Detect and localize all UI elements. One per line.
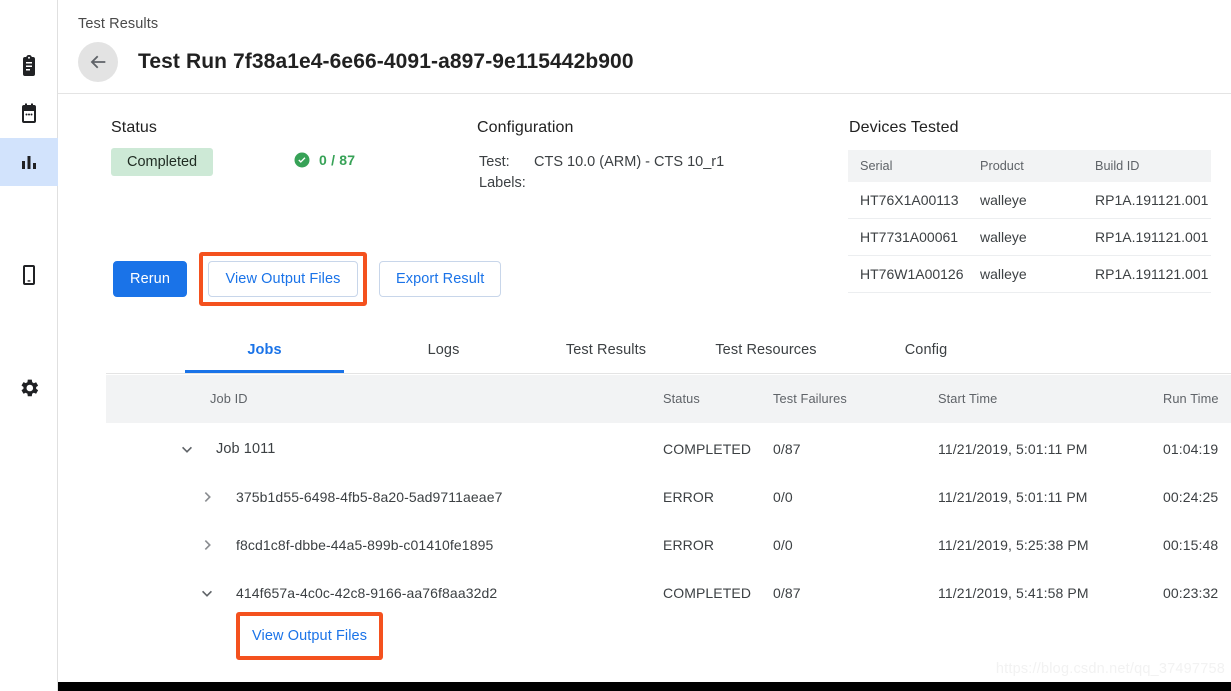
job-id: 414f657a-4c0c-42c8-9166-aa76f8aa32d2 <box>236 569 497 617</box>
device-build-id: RP1A.191121.001 <box>1095 219 1211 256</box>
gear-icon <box>17 376 41 400</box>
device-product: walleye <box>980 182 1095 219</box>
sidebar <box>0 0 58 691</box>
device-build-id: RP1A.191121.001 <box>1095 182 1211 219</box>
job-run-time: 00:24:25 <box>1163 473 1218 521</box>
failure-count-label: 0 / 87 <box>319 152 355 168</box>
content-area: Status Completed 0 / 87 Configuration Te… <box>58 95 1231 691</box>
job-test-failures: 0/0 <box>773 473 793 521</box>
configuration-section-title: Configuration <box>477 119 573 137</box>
jobs-table-header: Job ID Status Test Failures Start Time R… <box>106 375 1231 423</box>
devices-table-header-row: Serial Product Build ID <box>848 150 1211 182</box>
chevron-down-icon[interactable] <box>197 583 217 603</box>
table-row[interactable]: f8cd1c8f-dbbe-44a5-899b-c01410fe1895 ERR… <box>106 521 1231 569</box>
jobs-column-test-failures: Test Failures <box>773 375 847 423</box>
bottom-bar <box>0 682 1231 691</box>
table-row[interactable]: 414f657a-4c0c-42c8-9166-aa76f8aa32d2 COM… <box>106 569 1231 617</box>
job-view-output-files-button[interactable]: View Output Files <box>244 620 375 652</box>
bar-chart-icon <box>17 150 41 174</box>
device-serial: HT76X1A00113 <box>848 182 980 219</box>
back-button[interactable] <box>78 42 118 82</box>
sidebar-item-settings[interactable] <box>0 364 58 412</box>
job-start-time: 11/21/2019, 5:01:11 PM <box>938 425 1088 473</box>
chevron-right-icon[interactable] <box>197 535 217 555</box>
chevron-down-icon[interactable] <box>177 439 197 459</box>
check-circle-icon <box>293 151 311 169</box>
jobs-column-job-id: Job ID <box>210 375 248 423</box>
calendar-icon <box>17 102 41 126</box>
job-start-time: 11/21/2019, 5:41:58 PM <box>938 569 1089 617</box>
devices-section-title: Devices Tested <box>849 119 959 137</box>
config-key-labels: Labels: <box>479 173 534 194</box>
table-row: HT76W1A00126 walleye RP1A.191121.001 <box>848 256 1211 293</box>
sidebar-item-schedule[interactable] <box>0 90 58 138</box>
devices-column-build-id: Build ID <box>1095 150 1211 182</box>
job-status: COMPLETED <box>663 425 751 473</box>
sidebar-item-test-results[interactable] <box>0 138 58 186</box>
job-test-failures: 0/87 <box>773 569 801 617</box>
rerun-button[interactable]: Rerun <box>113 261 187 297</box>
device-product: walleye <box>980 219 1095 256</box>
job-test-failures: 0/0 <box>773 521 793 569</box>
job-run-time: 00:23:32 <box>1163 569 1218 617</box>
arrow-left-icon <box>87 51 109 73</box>
sidebar-item-test-plans[interactable] <box>0 42 58 90</box>
export-result-button[interactable]: Export Result <box>379 261 501 297</box>
device-serial: HT76W1A00126 <box>848 256 980 293</box>
job-run-time: 00:15:48 <box>1163 521 1218 569</box>
job-run-time: 01:04:19 <box>1163 425 1218 473</box>
watermark: https://blog.csdn.net/qq_37497758 <box>996 661 1225 677</box>
tab-jobs[interactable]: Jobs <box>185 327 344 373</box>
view-output-files-button-wrapper: View Output Files <box>208 261 357 297</box>
configuration-list: Test: CTS 10.0 (ARM) - CTS 10_r1 Labels: <box>479 152 724 194</box>
sidebar-item-devices[interactable] <box>0 251 58 299</box>
expanded-job-actions: View Output Files <box>244 620 375 652</box>
devices-table: Serial Product Build ID HT76X1A00113 wal… <box>848 150 1211 293</box>
job-id: f8cd1c8f-dbbe-44a5-899b-c01410fe1895 <box>236 521 493 569</box>
clipboard-icon <box>17 54 41 78</box>
jobs-column-start-time: Start Time <box>938 375 997 423</box>
device-serial: HT7731A00061 <box>848 219 980 256</box>
test-run-details-page: Test Results Test Run 7f38a1e4-6e66-4091… <box>0 0 1231 691</box>
tab-bar: Jobs Logs Test Results Test Resources Co… <box>106 327 1231 374</box>
jobs-column-status: Status <box>663 375 700 423</box>
table-row: HT76X1A00113 walleye RP1A.191121.001 <box>848 182 1211 219</box>
config-row-labels: Labels: <box>479 173 724 194</box>
job-start-time: 11/21/2019, 5:01:11 PM <box>938 473 1088 521</box>
table-row[interactable]: Job 1011 COMPLETED 0/87 11/21/2019, 5:01… <box>106 425 1231 473</box>
job-status: COMPLETED <box>663 569 751 617</box>
table-row: HT7731A00061 walleye RP1A.191121.001 <box>848 219 1211 256</box>
view-output-files-button[interactable]: View Output Files <box>208 261 357 297</box>
breadcrumb[interactable]: Test Results <box>78 16 158 32</box>
phone-icon <box>17 263 41 287</box>
job-id: Job 1011 <box>216 425 275 473</box>
devices-column-serial: Serial <box>848 150 980 182</box>
devices-column-product: Product <box>980 150 1095 182</box>
table-row[interactable]: 375b1d55-6498-4fb5-8a20-5ad9711aeae7 ERR… <box>106 473 1231 521</box>
page-header: Test Results Test Run 7f38a1e4-6e66-4091… <box>58 0 1231 94</box>
page-title: Test Run 7f38a1e4-6e66-4091-a897-9e11544… <box>138 50 634 74</box>
job-id: 375b1d55-6498-4fb5-8a20-5ad9711aeae7 <box>236 473 502 521</box>
device-product: walleye <box>980 256 1095 293</box>
status-badge: Completed <box>111 148 213 176</box>
jobs-column-run-time: Run Time <box>1163 375 1219 423</box>
job-test-failures: 0/87 <box>773 425 801 473</box>
job-status: ERROR <box>663 473 714 521</box>
title-row: Test Run 7f38a1e4-6e66-4091-a897-9e11544… <box>78 36 634 88</box>
config-value-test: CTS 10.0 (ARM) - CTS 10_r1 <box>534 152 724 173</box>
device-build-id: RP1A.191121.001 <box>1095 256 1211 293</box>
status-section-title: Status <box>111 119 157 137</box>
tab-config[interactable]: Config <box>806 327 1046 373</box>
test-failure-summary: 0 / 87 <box>293 151 355 169</box>
config-row-test: Test: CTS 10.0 (ARM) - CTS 10_r1 <box>479 152 724 173</box>
job-status: ERROR <box>663 521 714 569</box>
config-key-test: Test: <box>479 152 534 173</box>
chevron-right-icon[interactable] <box>197 487 217 507</box>
action-button-row: Rerun View Output Files Export Result <box>113 261 501 297</box>
job-start-time: 11/21/2019, 5:25:38 PM <box>938 521 1089 569</box>
